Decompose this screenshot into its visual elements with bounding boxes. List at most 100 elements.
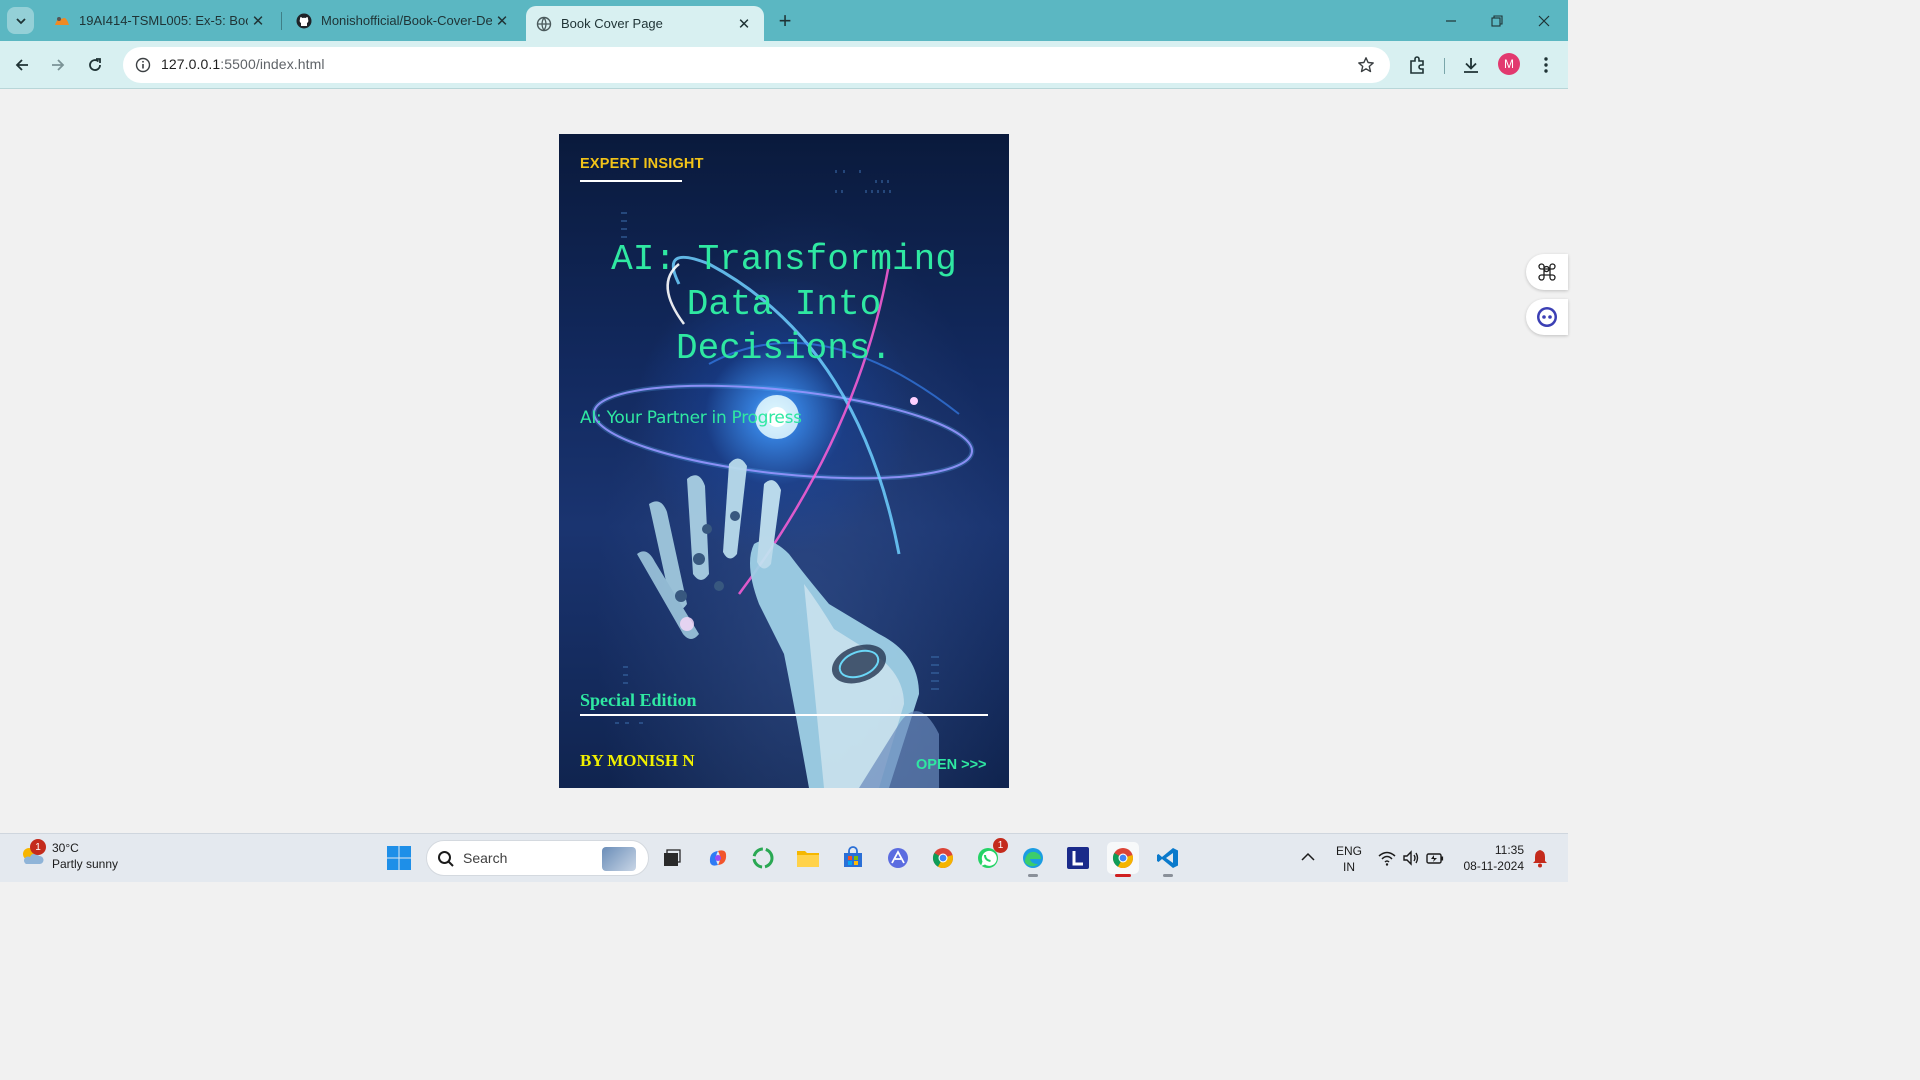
active-indicator — [1115, 874, 1131, 877]
author-name: BY MONISH N — [580, 751, 695, 770]
url-path: :5500/index.html — [220, 56, 325, 72]
volume-icon[interactable] — [1401, 848, 1421, 868]
tab-course[interactable]: 19AI414-TSML005: Ex-5: Book C ✕ — [40, 0, 278, 41]
assistant-icon — [1537, 307, 1557, 327]
profile-avatar[interactable]: M — [1498, 53, 1520, 75]
close-tab-icon[interactable]: ✕ — [248, 11, 268, 31]
running-indicator — [1163, 874, 1173, 877]
book-title: AI: Transforming Data Into Decisions. — [571, 238, 997, 372]
windows-logo-icon — [387, 846, 411, 870]
arrow-left-icon — [15, 59, 28, 71]
open-link[interactable]: OPEN >>> — [916, 757, 987, 773]
task-view-icon — [664, 849, 681, 866]
assistant-button[interactable] — [1526, 299, 1568, 335]
moodle-favicon-icon — [54, 13, 70, 29]
start-button[interactable] — [386, 845, 412, 871]
lang-code: ENG — [1335, 844, 1362, 858]
title-line: Data Into — [686, 283, 882, 325]
title-line: AI: Transforming — [611, 239, 957, 280]
page-viewport: EXPERT INSIGHT AI: Transforming Data Int… — [0, 89, 1568, 833]
minimize-button[interactable] — [1428, 0, 1474, 41]
show-hidden-icons-chevron-icon[interactable] — [1298, 847, 1318, 867]
address-bar[interactable]: 127.0.0.1:5500/index.html — [123, 47, 1390, 83]
close-icon — [1538, 15, 1550, 26]
tab-strip: 19AI414-TSML005: Ex-5: Book C ✕ Monishof… — [0, 0, 1568, 41]
kebab-menu-icon[interactable] — [1534, 53, 1558, 77]
taskbar-search[interactable]: Search — [426, 840, 649, 876]
store-button[interactable] — [837, 842, 869, 874]
new-tab-button[interactable]: + — [772, 8, 798, 34]
restore-button[interactable] — [1474, 0, 1520, 41]
command-icon — [1538, 263, 1556, 281]
arrow-right-icon — [52, 59, 65, 71]
minimize-icon — [1446, 19, 1456, 22]
weather-desc: Partly sunny — [52, 857, 119, 871]
edge-button[interactable] — [1017, 842, 1049, 877]
edition-label: Special Edition — [580, 690, 697, 710]
tab-book-cover[interactable]: Book Cover Page ✕ — [526, 6, 764, 41]
edge-icon — [1023, 848, 1043, 868]
search-icon — [438, 851, 454, 867]
input-language[interactable]: ENG IN — [1334, 843, 1364, 875]
chrome-icon — [932, 848, 953, 869]
whatsapp-badge: 1 — [993, 838, 1008, 853]
url-host: 127.0.0.1 — [161, 56, 221, 72]
l-app-icon — [1067, 847, 1089, 869]
tab-search-button[interactable] — [7, 7, 34, 34]
chrome-button[interactable] — [927, 842, 959, 874]
battery-icon[interactable] — [1425, 848, 1445, 868]
tab-github[interactable]: Monishofficial/Book-Cover-Des ✕ — [282, 0, 522, 41]
site-info-icon[interactable] — [133, 55, 153, 75]
partly-sunny-icon: 1 — [18, 839, 46, 870]
back-button[interactable] — [8, 51, 36, 79]
whatsapp-button[interactable]: 1 — [972, 838, 1008, 874]
cover-label: EXPERT INSIGHT — [580, 156, 704, 172]
reload-icon — [89, 58, 101, 71]
l-app-button[interactable] — [1062, 842, 1094, 874]
file-explorer-button[interactable] — [792, 842, 824, 874]
store-icon — [844, 846, 862, 867]
tool-app-button[interactable] — [882, 842, 914, 874]
close-tab-icon[interactable]: ✕ — [492, 11, 512, 31]
forward-button[interactable] — [44, 51, 72, 79]
url-text[interactable]: 127.0.0.1:5500/index.html — [161, 56, 325, 72]
sync-app-button[interactable] — [747, 842, 779, 874]
title-line: Decisions. — [675, 328, 893, 369]
browser-toolbar: 127.0.0.1:5500/index.html M — [0, 41, 1568, 89]
reload-button[interactable] — [81, 51, 109, 79]
task-view-button[interactable] — [656, 842, 688, 874]
chrome-active-icon — [1112, 848, 1133, 869]
vscode-button[interactable] — [1152, 842, 1184, 877]
github-icon — [296, 13, 312, 29]
bookmark-star-icon[interactable] — [1356, 55, 1376, 75]
tab-title: Book Cover Page — [561, 16, 663, 31]
windows-taskbar: 1 30°C Partly sunny Search 1 ENG IN 11:3… — [0, 833, 1568, 882]
book-cover: EXPERT INSIGHT AI: Transforming Data Int… — [559, 134, 1009, 788]
running-indicator — [1028, 874, 1038, 877]
book-tagline: AI: Your Partner in Progress — [580, 408, 802, 428]
label-underline — [580, 180, 682, 182]
side-panel-button[interactable] — [1526, 254, 1568, 290]
tab-title: Monishofficial/Book-Cover-Des — [321, 13, 492, 28]
chrome-active-button[interactable] — [1107, 842, 1139, 877]
tool-icon — [888, 848, 908, 868]
close-window-button[interactable] — [1521, 0, 1567, 41]
refresh-app-icon — [752, 847, 774, 869]
weather-widget[interactable]: 1 30°C Partly sunny — [18, 839, 119, 872]
copilot-button[interactable] — [702, 842, 734, 874]
globe-icon — [536, 16, 552, 32]
system-clock[interactable]: 11:35 08-11-2024 — [1452, 842, 1525, 874]
copilot-icon — [709, 850, 727, 866]
chevron-down-icon — [15, 17, 26, 24]
wifi-icon[interactable] — [1377, 848, 1397, 868]
folder-icon — [797, 851, 819, 867]
download-icon[interactable] — [1459, 53, 1483, 77]
clock-date: 08-11-2024 — [1463, 859, 1525, 873]
extensions-icon[interactable] — [1405, 53, 1429, 77]
close-tab-icon[interactable]: ✕ — [734, 14, 754, 34]
notification-bell-icon[interactable] — [1532, 848, 1548, 868]
weather-temp: 30°C — [52, 841, 79, 855]
search-highlight-image — [602, 847, 636, 871]
search-placeholder: Search — [463, 850, 508, 866]
tab-title: 19AI414-TSML005: Ex-5: Book C — [79, 13, 248, 28]
